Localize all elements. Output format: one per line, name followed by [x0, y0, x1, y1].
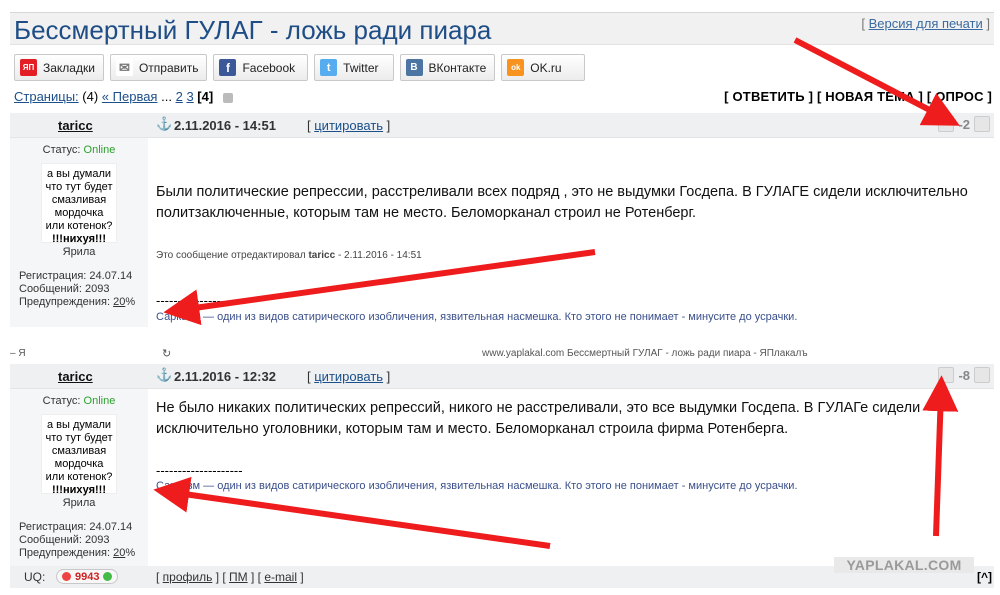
print-version: [ Версия для печати ] — [861, 16, 990, 31]
page-2-link[interactable]: 2 — [176, 89, 183, 104]
anchor-icon[interactable]: ⚓ — [156, 116, 172, 132]
signature-divider: -------------------- — [156, 293, 243, 308]
post-header: taricc ⚓ 2.11.2016 - 12:32 [ цитировать … — [10, 364, 994, 389]
anchor-icon[interactable]: ⚓ — [156, 367, 172, 383]
share-facebook-button[interactable]: f Facebook — [213, 54, 309, 81]
post-author[interactable]: taricc — [58, 118, 93, 133]
facebook-icon: f — [219, 59, 237, 76]
print-version-link[interactable]: Версия для печати — [869, 16, 983, 31]
avatar: а вы думали что тут будет смазливая морд… — [41, 414, 117, 496]
topic-title-bar: Бессмертный ГУЛАГ - ложь ради пиара [ Ве… — [10, 12, 994, 45]
rating-value: -8 — [958, 367, 970, 383]
page-title: Бессмертный ГУЛАГ - ложь ради пиара — [14, 15, 492, 45]
rate-minus-icon[interactable] — [938, 367, 955, 383]
top-post-block: Бессмертный ГУЛАГ - ложь ради пиара [ Ве… — [10, 12, 994, 328]
poll-button[interactable]: [ ОПРОС ] — [927, 89, 992, 104]
rate-plus-icon[interactable] — [974, 367, 990, 383]
scroll-top-button[interactable]: [^] — [977, 570, 992, 584]
user-rank: Ярила — [62, 497, 96, 509]
share-send-button[interactable]: ✉ Отправить — [109, 54, 208, 81]
signature-divider: -------------------- — [156, 463, 243, 478]
user-stats: Регистрация: 24.07.14 Сообщений: 2093 Пр… — [19, 270, 136, 308]
profile-links: [ профиль ] [ ПМ ] [ e-mail ] — [156, 570, 304, 584]
post-text: Не было никаких политических репрессий, … — [156, 400, 921, 437]
signature: Сарка́зм — один из видов сатирического и… — [156, 480, 798, 492]
user-sidebar: Статус: Online а вы думали что тут будет… — [10, 138, 148, 327]
rate-minus-icon[interactable] — [938, 116, 955, 132]
vk-icon: В — [405, 59, 423, 76]
edit-note: Это сообщение отредактировал taricc - 2.… — [156, 250, 422, 261]
page-current: [4] — [197, 89, 214, 104]
uq-value: 9943 — [75, 570, 100, 583]
share-bar: ЯП Закладки ✉ Отправить f Facebook t Twi… — [14, 54, 585, 81]
yandex-icon: ЯП — [20, 59, 37, 76]
post-date: 2.11.2016 - 12:32 — [174, 369, 276, 384]
watermark: YAPLAKAL.COM — [834, 557, 974, 573]
share-bookmarks-button[interactable]: ЯП Закладки — [14, 54, 104, 81]
uq-minus-icon[interactable] — [62, 572, 71, 581]
pm-link[interactable]: ПМ — [229, 570, 248, 584]
user-status: Статус: Online — [42, 144, 116, 156]
share-twitter-button[interactable]: t Twitter — [314, 54, 394, 81]
signature: Сарказм — один из видов сатирического из… — [156, 311, 798, 323]
post-text: Были политические репрессии, расстрелива… — [156, 184, 968, 221]
pagination: Страницы: (4) « Первая ... 2 3 [4] — [14, 89, 233, 104]
quote-button[interactable]: [ цитировать ] — [307, 369, 390, 384]
avatar: а вы думали что тут будет смазливая морд… — [41, 163, 117, 245]
uq-label: UQ: — [24, 570, 46, 584]
browser-url: www.yaplakal.com Бессмертный ГУЛАГ - лож… — [482, 348, 808, 359]
page-3-link[interactable]: 3 — [186, 89, 193, 104]
user-sidebar: Статус: Online а вы думали что тут будет… — [10, 389, 148, 566]
rating-value: -2 — [958, 116, 970, 132]
user-rank: Ярила — [62, 246, 96, 258]
quote-button[interactable]: [ цитировать ] — [307, 118, 390, 133]
pages-jump-icon[interactable] — [222, 92, 233, 103]
new-topic-button[interactable]: [ НОВАЯ ТЕМА ] — [817, 89, 923, 104]
post-date: 2.11.2016 - 14:51 — [174, 118, 276, 133]
post-header: taricc ⚓ 2.11.2016 - 14:51 [ цитировать … — [10, 113, 994, 138]
post-rating: -8 — [938, 367, 990, 383]
warnings-link[interactable]: 20 — [113, 547, 125, 559]
user-status: Статус: Online — [42, 395, 116, 407]
browser-tab-label: – Я — [10, 348, 26, 359]
page-first-link[interactable]: « Первая — [102, 89, 158, 104]
email-link[interactable]: e-mail — [264, 570, 297, 584]
user-stats: Регистрация: 24.07.14 Сообщений: 2093 Пр… — [19, 521, 136, 559]
profile-link[interactable]: профиль — [163, 570, 213, 584]
rate-plus-icon[interactable] — [974, 116, 990, 132]
mail-icon: ✉ — [115, 59, 133, 76]
share-vk-button[interactable]: В ВКонтакте — [399, 54, 496, 81]
browser-title-strip: – Я ↻ www.yaplakal.com Бессмертный ГУЛАГ… — [10, 345, 994, 363]
warnings-link[interactable]: 20 — [113, 296, 125, 308]
post-2: taricc ⚓ 2.11.2016 - 12:32 [ цитировать … — [10, 364, 994, 566]
share-ok-button[interactable]: ok OK.ru — [501, 54, 585, 81]
uq-reputation: 9943 — [56, 569, 119, 584]
uq-plus-icon[interactable] — [103, 572, 113, 581]
odnoklassniki-icon: ok — [507, 59, 525, 76]
post-author[interactable]: taricc — [58, 369, 93, 384]
twitter-icon: t — [320, 59, 338, 76]
post-rating: -2 — [938, 116, 990, 132]
pages-label[interactable]: Страницы: — [14, 89, 79, 104]
reply-button[interactable]: [ ОТВЕТИТЬ ] — [724, 89, 813, 104]
topic-actions: [ ОТВЕТИТЬ ] [ НОВАЯ ТЕМА ] [ ОПРОС ] — [724, 89, 992, 104]
post-1: taricc ⚓ 2.11.2016 - 14:51 [ цитировать … — [10, 113, 994, 327]
reload-icon[interactable]: ↻ — [162, 347, 171, 360]
